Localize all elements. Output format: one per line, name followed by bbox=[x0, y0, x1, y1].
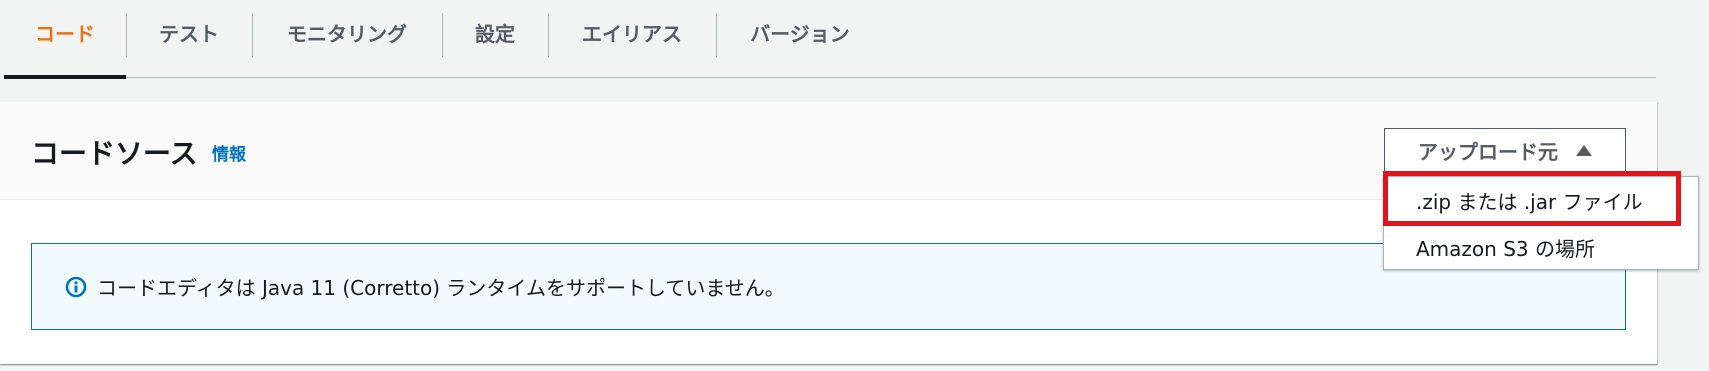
menu-item-zip-jar[interactable]: .zip または .jar ファイル bbox=[1384, 177, 1698, 224]
tab-test[interactable]: テスト bbox=[126, 0, 252, 77]
tab-aliases-label: エイリアス bbox=[582, 22, 682, 46]
upload-from-label: アップロード元 bbox=[1418, 139, 1558, 164]
tab-versions[interactable]: バージョン bbox=[716, 0, 884, 77]
tab-aliases[interactable]: エイリアス bbox=[548, 0, 716, 77]
info-link[interactable]: 情報 bbox=[212, 140, 246, 165]
info-circle-icon bbox=[65, 276, 87, 298]
tab-test-label: テスト bbox=[159, 22, 219, 46]
tab-bar: コード テスト モニタリング 設定 エイリアス バージョン bbox=[4, 0, 1656, 79]
tab-monitoring-label: モニタリング bbox=[287, 22, 407, 46]
upload-dropdown-menu: .zip または .jar ファイル Amazon S3 の場所 bbox=[1383, 176, 1699, 270]
upload-from-button[interactable]: アップロード元 bbox=[1384, 128, 1626, 172]
tab-versions-label: バージョン bbox=[750, 22, 850, 46]
tab-monitoring[interactable]: モニタリング bbox=[252, 0, 442, 77]
tab-code[interactable]: コード bbox=[4, 0, 126, 79]
caret-up-icon bbox=[1576, 144, 1592, 156]
panel-title: コードソース bbox=[31, 137, 198, 170]
tab-configuration-label: 設定 bbox=[475, 22, 515, 46]
menu-item-s3-location[interactable]: Amazon S3 の場所 bbox=[1384, 224, 1698, 271]
tab-configuration[interactable]: 設定 bbox=[442, 0, 548, 77]
alert-message: コードエディタは Java 11 (Corretto) ランタイムをサポートして… bbox=[97, 276, 785, 300]
tab-code-label: コード bbox=[35, 22, 95, 46]
